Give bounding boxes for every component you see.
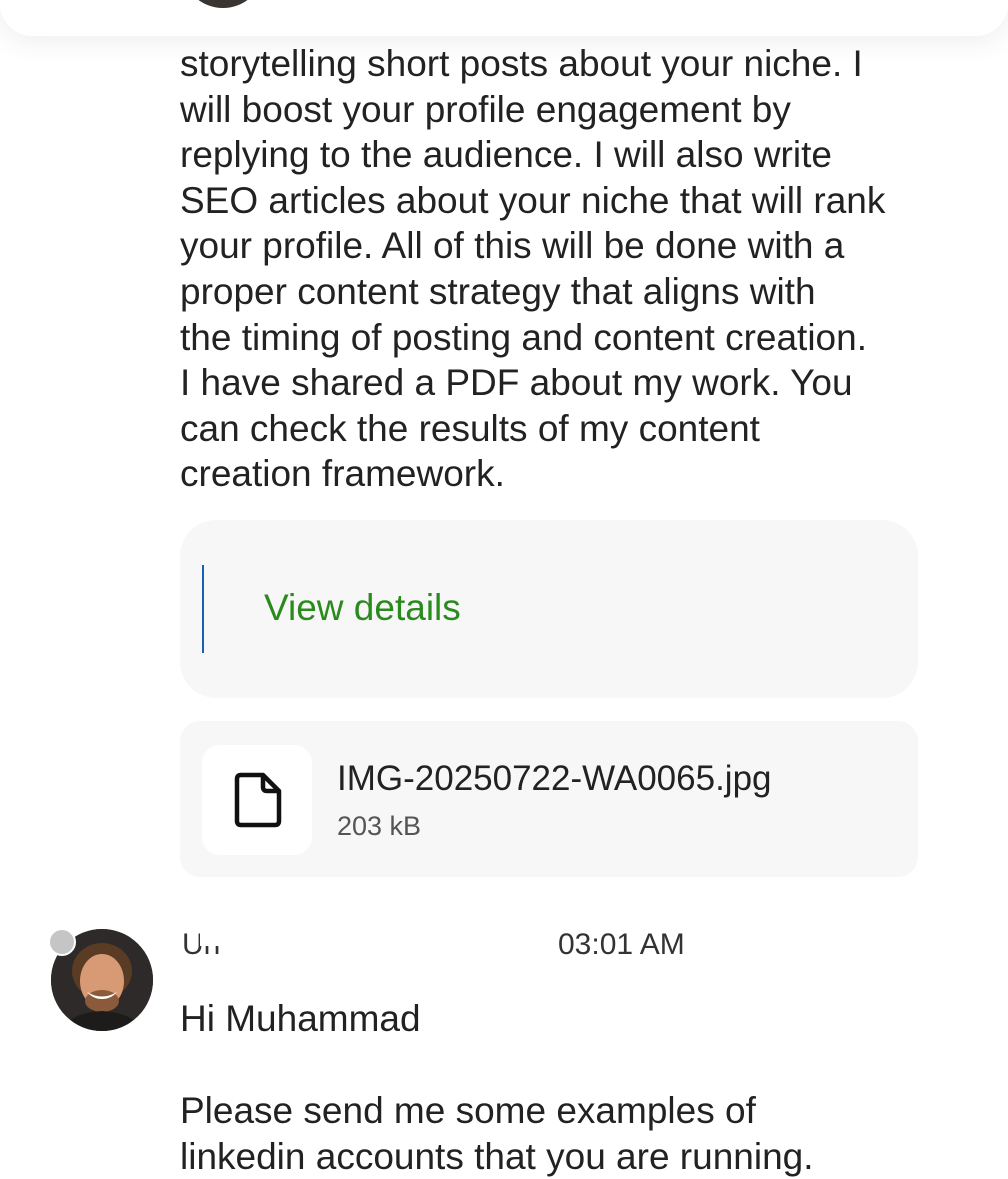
message-body: storytelling short posts about your nich… <box>180 43 886 495</box>
previous-message-header-card <box>0 0 1008 36</box>
presence-indicator <box>48 928 76 956</box>
file-size: 203 kB <box>337 811 422 841</box>
file-icon <box>202 745 312 855</box>
link-preview-card[interactable]: View details <box>180 520 918 698</box>
view-details-link[interactable]: View details <box>264 587 461 629</box>
message-time: 03:01 AM <box>558 928 685 961</box>
message-body: Please send me some examples of linkedin… <box>180 1090 814 1177</box>
file-attachment[interactable]: IMG-20250722-WA0065.jpg 203 kB <box>180 721 918 877</box>
sender-header: Un 03:01 AM <box>180 924 685 968</box>
redaction-mask <box>200 924 550 946</box>
quote-bar <box>202 565 204 653</box>
message-greeting: Hi Muhammad <box>180 998 421 1039</box>
file-name: IMG-20250722-WA0065.jpg <box>337 759 772 798</box>
